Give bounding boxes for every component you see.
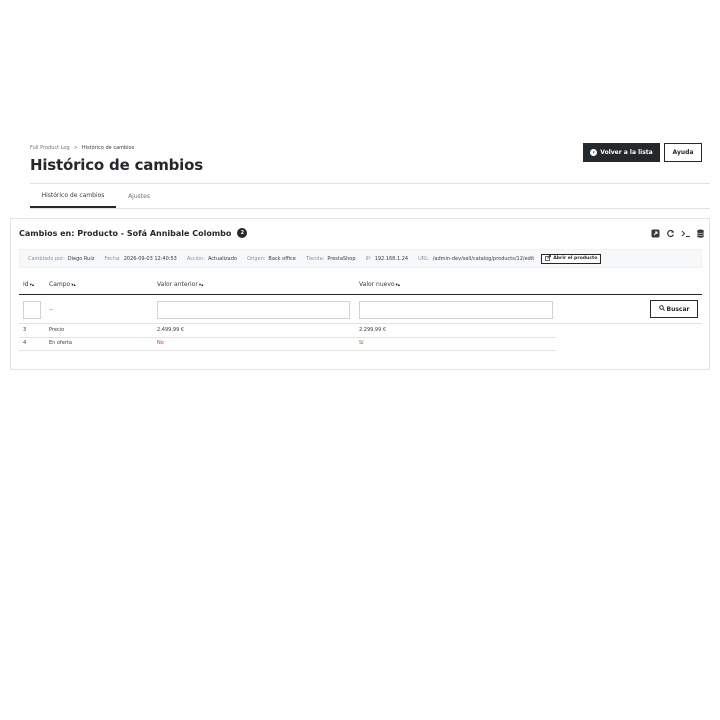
open-product-label: Abrir el producto [553, 256, 598, 261]
tab-history-label: Histórico de cambios [41, 191, 105, 199]
column-header-valor-nuevo[interactable]: Valor nuevo▾▴ [359, 281, 400, 288]
changes-panel: Cambios en: Producto - Sofá Annibale Col… [10, 218, 710, 370]
panel-title: Cambios en: Producto - Sofá Annibale Col… [19, 228, 248, 238]
column-header-campo-label: Campo [49, 281, 71, 288]
open-product-button[interactable]: Abrir el producto [541, 253, 602, 264]
url-label: URL: [418, 255, 430, 262]
row-field: Precio [49, 327, 65, 333]
column-header-valor-anterior[interactable]: Valor anterior▾▴ [157, 281, 203, 288]
changed-by-value: Diego Ruiz [67, 255, 95, 262]
action-label: Acción: [186, 255, 205, 262]
panel-toolbar [651, 229, 705, 238]
breadcrumb-current: Histórico de cambios [81, 145, 135, 151]
arrow-left-circle-icon: ‹ [590, 149, 598, 156]
origin-label: Origen: [246, 255, 266, 262]
help-button[interactable]: Ayuda [664, 143, 702, 162]
tabs-bottom-divider [30, 208, 710, 209]
changes-count-badge: 2 [237, 228, 248, 238]
row-id: 3 [23, 327, 27, 333]
row-divider [19, 337, 556, 338]
sort-icon[interactable]: ▾▴ [71, 283, 76, 288]
url-value: /admin-dev/sell/catalog/products/12/edit [432, 255, 535, 262]
tab-settings[interactable]: Ajustes [122, 184, 156, 208]
search-icon [658, 305, 665, 313]
database-icon[interactable] [696, 229, 705, 238]
breadcrumb-parent[interactable]: Full Product Log [30, 145, 70, 151]
sort-icon[interactable]: ▾▴ [396, 283, 401, 288]
column-header-campo[interactable]: Campo▾▴ [49, 281, 76, 288]
shop-label: Tienda: [305, 255, 325, 262]
search-button[interactable]: Buscar [650, 300, 698, 318]
column-header-id[interactable]: Id▾▴ [23, 281, 34, 288]
column-header-valor-nuevo-label: Valor nuevo [359, 281, 395, 288]
breadcrumb: Full Product Log > Histórico de cambios [30, 145, 134, 151]
change-meta-bar: Cambiado por: Diego Ruiz Fecha: 2026-09-03… [19, 249, 702, 268]
table-header-divider [19, 294, 702, 295]
sort-icon[interactable]: ▾▴ [30, 283, 35, 288]
new-value-filter-input[interactable] [359, 301, 553, 319]
panel-title-text: Cambios en: Producto - Sofá Annibale Col… [19, 228, 232, 238]
date-value: 2026-09-03 12:40:53 [123, 255, 177, 262]
row-old-value: 2.499,99 € [157, 327, 185, 333]
row-old-value: No [157, 340, 164, 346]
row-new-value: 2.299,99 € [359, 327, 387, 333]
page-title: Histórico de cambios [30, 156, 203, 174]
back-to-list-button[interactable]: ‹ Volver a la lista [583, 143, 660, 162]
ip-label: IP: [365, 255, 372, 262]
refresh-icon[interactable] [666, 229, 675, 238]
changed-by-label: Cambiado por: [28, 255, 65, 262]
action-value: Actualizado [207, 255, 237, 262]
campo-filter-select[interactable]: -- [49, 306, 53, 313]
export-icon[interactable] [651, 229, 660, 238]
row-divider [19, 350, 556, 351]
shop-value: PrestaShop [327, 255, 356, 262]
breadcrumb-separator: > [73, 145, 78, 151]
sort-icon[interactable]: ▾▴ [199, 283, 204, 288]
date-label: Fecha: [104, 255, 121, 262]
row-new-value: Sí [359, 340, 364, 346]
tab-settings-label: Ajustes [128, 192, 150, 200]
column-header-id-label: Id [23, 281, 29, 288]
row-field: En oferta [49, 340, 72, 346]
id-filter-input[interactable] [23, 301, 41, 319]
filter-row-divider [19, 323, 702, 324]
ip-value: 192.168.1.24 [374, 255, 409, 262]
tab-history[interactable]: Histórico de cambios [30, 184, 116, 208]
terminal-icon[interactable] [681, 229, 690, 238]
row-id: 4 [23, 340, 27, 346]
origin-value: Back office [268, 255, 296, 262]
back-to-list-label: Volver a la lista [600, 149, 653, 156]
external-link-icon [545, 254, 552, 263]
column-header-valor-anterior-label: Valor anterior [157, 281, 198, 288]
search-button-label: Buscar [666, 305, 690, 313]
old-value-filter-input[interactable] [157, 301, 350, 319]
